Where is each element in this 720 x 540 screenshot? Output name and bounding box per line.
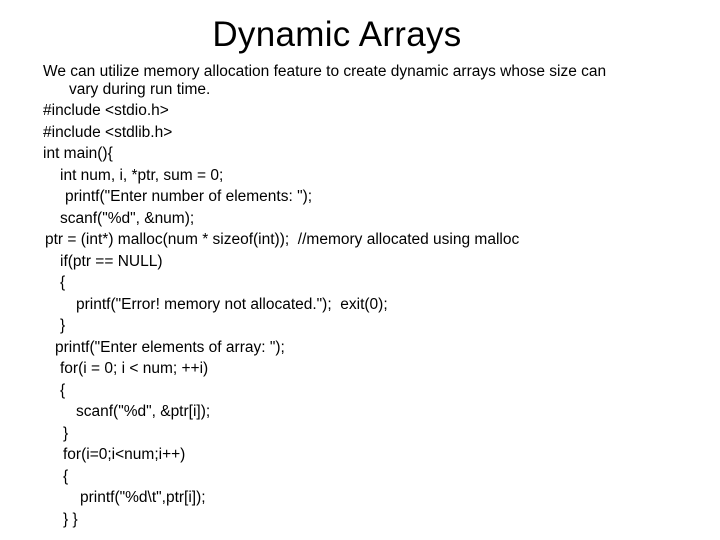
code-line: int main(){ [43, 145, 113, 162]
code-line: printf("Enter elements of array: "); [55, 339, 285, 356]
code-line: } } [63, 511, 78, 528]
code-line: printf("Error! memory not allocated."); … [76, 296, 388, 313]
code-line: scanf("%d", &num); [60, 210, 195, 227]
intro-text-line-2: vary during run time. [69, 81, 211, 98]
code-line: #include <stdio.h> [43, 102, 169, 119]
code-line: int num, i, *ptr, sum = 0; [60, 167, 224, 184]
code-line: ptr = (int*) malloc(num * sizeof(int)); … [45, 231, 520, 248]
code-line: for(i = 0; i < num; ++i) [60, 360, 209, 377]
intro-text-line-1: We can utilize memory allocation feature… [43, 63, 607, 80]
code-line: } [63, 425, 69, 442]
code-line: { [63, 468, 69, 485]
code-line: #include <stdlib.h> [43, 124, 173, 141]
code-line: } [60, 317, 66, 334]
code-line: if(ptr == NULL) [60, 253, 163, 270]
code-line: printf("%d\t",ptr[i]); [80, 489, 206, 506]
code-line: scanf("%d", &ptr[i]); [76, 403, 211, 420]
code-line: { [60, 274, 66, 291]
code-line: printf("Enter number of elements: "); [65, 188, 313, 205]
slide-title: Dynamic Arrays [212, 15, 462, 54]
code-line: { [60, 382, 66, 399]
code-line: for(i=0;i<num;i++) [63, 446, 186, 463]
